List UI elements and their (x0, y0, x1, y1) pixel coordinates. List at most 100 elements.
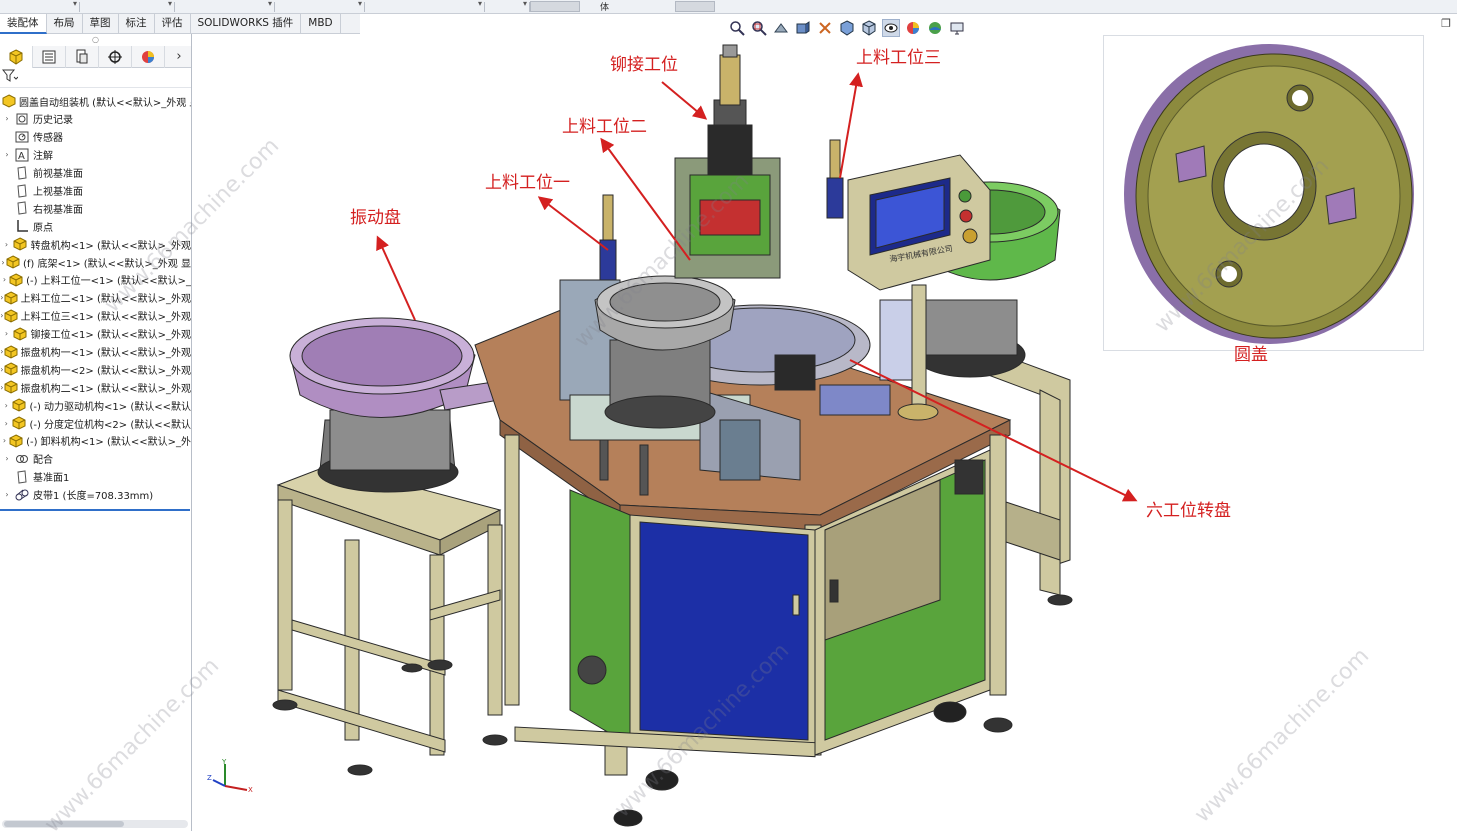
tree-item-label: (-) 分度定位机构<2> (默认<<默认 (29, 419, 191, 431)
command-label: 体 (600, 3, 610, 13)
expand-chevron-icon[interactable]: › (0, 275, 9, 284)
panel-grip[interactable]: ○ (0, 34, 191, 46)
tree-item[interactable]: › (f) 底架<1> (默认<<默认>_外观 显 (0, 253, 191, 271)
tree-item-label: 上视基准面 (33, 187, 83, 198)
tree-item[interactable]: › 振盘机构一<2> (默认<<默认>_外观 (0, 360, 191, 378)
expand-chevron-icon[interactable]: › (0, 150, 14, 159)
vibrator-callout-arrow (376, 235, 416, 321)
tree-item-label: 配合 (33, 455, 53, 467)
expand-chevron-icon[interactable]: › (0, 454, 14, 463)
tab-sketch[interactable]: 草图 (83, 14, 119, 34)
tree-item-label: 转盘机构<1> (默认<<默认>_外观 (30, 240, 191, 252)
origin-icon (14, 219, 30, 233)
subassembly-icon (4, 309, 18, 323)
history-icon (14, 112, 30, 126)
svg-text:X: X (248, 786, 253, 794)
top-command-strip: 体 (0, 0, 1457, 14)
tree-item[interactable]: › 上料工位二<1> (默认<<默认>_外观 (0, 289, 191, 307)
configuration-manager-icon[interactable] (66, 46, 99, 68)
svg-text:A: A (18, 151, 25, 162)
expand-chevron-icon[interactable]: › (0, 401, 12, 410)
expand-chevron-icon[interactable]: › (0, 329, 13, 338)
display-manager-icon[interactable] (132, 46, 165, 68)
tree-item-label: 基准面1 (33, 473, 70, 485)
mates-icon (14, 452, 30, 466)
expand-chevron-icon[interactable]: › (0, 419, 12, 428)
tree-item-label: 振盘机构二<1> (默认<<默认>_外观 (20, 383, 191, 395)
tree-item[interactable]: › 上料工位三<1> (默认<<默认>_外观 (0, 307, 191, 325)
tree-item[interactable]: › 转盘机构<1> (默认<<默认>_外观 (0, 235, 191, 253)
tree-item-label: 原点 (33, 222, 53, 234)
tab-evaluate[interactable]: 评估 (155, 14, 191, 34)
tree-item[interactable]: › (-) 卸料机构<1> (默认<<默认>_外 (0, 432, 191, 450)
tree-item[interactable]: 传感器 (0, 128, 191, 146)
tree-item-label: 传感器 (33, 133, 63, 145)
left-stand (272, 464, 508, 776)
subassembly-icon (9, 434, 23, 448)
plane-icon (14, 183, 30, 198)
callout-six-station-turntable: 六工位转盘 (1146, 501, 1231, 521)
subassembly-icon (6, 255, 20, 269)
tree-item[interactable]: › (-) 上料工位一<1> (默认<<默认>_ (0, 271, 191, 289)
subassembly-icon (4, 291, 18, 305)
tree-root-assembly[interactable]: 圆盖自动组装机 (默认<<默认>_外观 显 (0, 92, 191, 110)
tree-item[interactable]: 原点 (0, 217, 191, 235)
callout-feeding-station-3: 上料工位三 (856, 48, 941, 68)
subassembly-icon (13, 327, 28, 341)
command-dropdown[interactable] (275, 0, 365, 12)
tree-item-label: 上料工位三<1> (默认<<默认>_外观 (20, 312, 191, 324)
tab-assembly[interactable]: 装配体 (0, 14, 47, 34)
feature-manager-icon[interactable] (0, 46, 33, 68)
tree-item[interactable]: › A 注解 (0, 146, 191, 164)
part-inset-view (1103, 35, 1424, 351)
svg-text:Y: Y (221, 758, 227, 766)
tree-item[interactable]: › (-) 分度定位机构<2> (默认<<默认 (0, 414, 191, 432)
tree-item-label: (-) 动力驱动机构<1> (默认<<默认 (29, 401, 191, 413)
tree-item[interactable]: › 铆接工位<1> (默认<<默认>_外观 (0, 325, 191, 343)
expand-chevron-icon[interactable]: › (0, 240, 13, 249)
tree-item-label: 前视基准面 (33, 169, 83, 181)
expand-chevron-icon[interactable]: › (0, 436, 9, 445)
callout-feeding-station-1: 上料工位一 (485, 173, 570, 193)
expand-chevron-icon[interactable]: › (0, 490, 14, 499)
tree-item[interactable]: › 皮带1 (长度=708.33mm) (0, 486, 191, 504)
command-dropdown[interactable] (175, 0, 275, 12)
dim-xpert-icon[interactable] (99, 46, 132, 68)
tab-solidworks-addins[interactable]: SOLIDWORKS 插件 (191, 14, 302, 34)
filter-row (0, 68, 191, 88)
window-restore-icon[interactable]: ❐ (1441, 17, 1451, 30)
tree-item[interactable]: › 振盘机构二<1> (默认<<默认>_外观 (0, 378, 191, 396)
tree-item[interactable]: › 历史记录 (0, 110, 191, 128)
subassembly-icon (13, 237, 28, 251)
command-dropdown[interactable] (485, 0, 530, 12)
tree-item[interactable]: › 配合 (0, 450, 191, 468)
command-dropdown[interactable] (0, 0, 80, 12)
tree-item-label: 右视基准面 (33, 204, 83, 216)
filter-icon[interactable] (1, 69, 19, 86)
tree-item-label: 注解 (33, 151, 53, 163)
command-button[interactable] (675, 1, 715, 12)
tree-item[interactable]: › (-) 动力驱动机构<1> (默认<<默认 (0, 396, 191, 414)
tree-item[interactable]: › 振盘机构一<1> (默认<<默认>_外观 (0, 343, 191, 361)
feature-tree: 圆盖自动组装机 (默认<<默认>_外观 显 › 历史记录传感器 › A 注解前视基准面上… (0, 88, 191, 504)
tree-item[interactable]: 右视基准面 (0, 199, 191, 217)
tree-item[interactable]: 前视基准面 (0, 164, 191, 182)
callout-feeding-station-2: 上料工位二 (562, 117, 647, 137)
coordinate-triad-icon: Y X Z (207, 758, 253, 794)
property-manager-icon[interactable] (33, 46, 66, 68)
tree-item-label: 上料工位二<1> (默认<<默认>_外观 (20, 294, 191, 306)
panel-more-chevron-icon[interactable]: › (167, 46, 191, 67)
command-dropdown[interactable] (365, 0, 485, 12)
plane-icon (14, 166, 30, 180)
command-dropdown[interactable] (80, 0, 175, 12)
tab-markup[interactable]: 标注 (119, 14, 155, 34)
tree-item[interactable]: 上视基准面 (0, 182, 191, 200)
expand-chevron-icon[interactable]: › (0, 114, 14, 123)
horizontal-scrollbar[interactable] (2, 820, 188, 828)
tab-mbd[interactable]: MBD (301, 14, 341, 34)
command-button[interactable] (530, 1, 580, 12)
tree-item-label: 振盘机构一<2> (默认<<默认>_外观 (20, 365, 191, 377)
tab-layout[interactable]: 布局 (47, 14, 83, 34)
assembly-icon (2, 94, 16, 108)
tree-item[interactable]: 基准面1 (0, 468, 191, 486)
